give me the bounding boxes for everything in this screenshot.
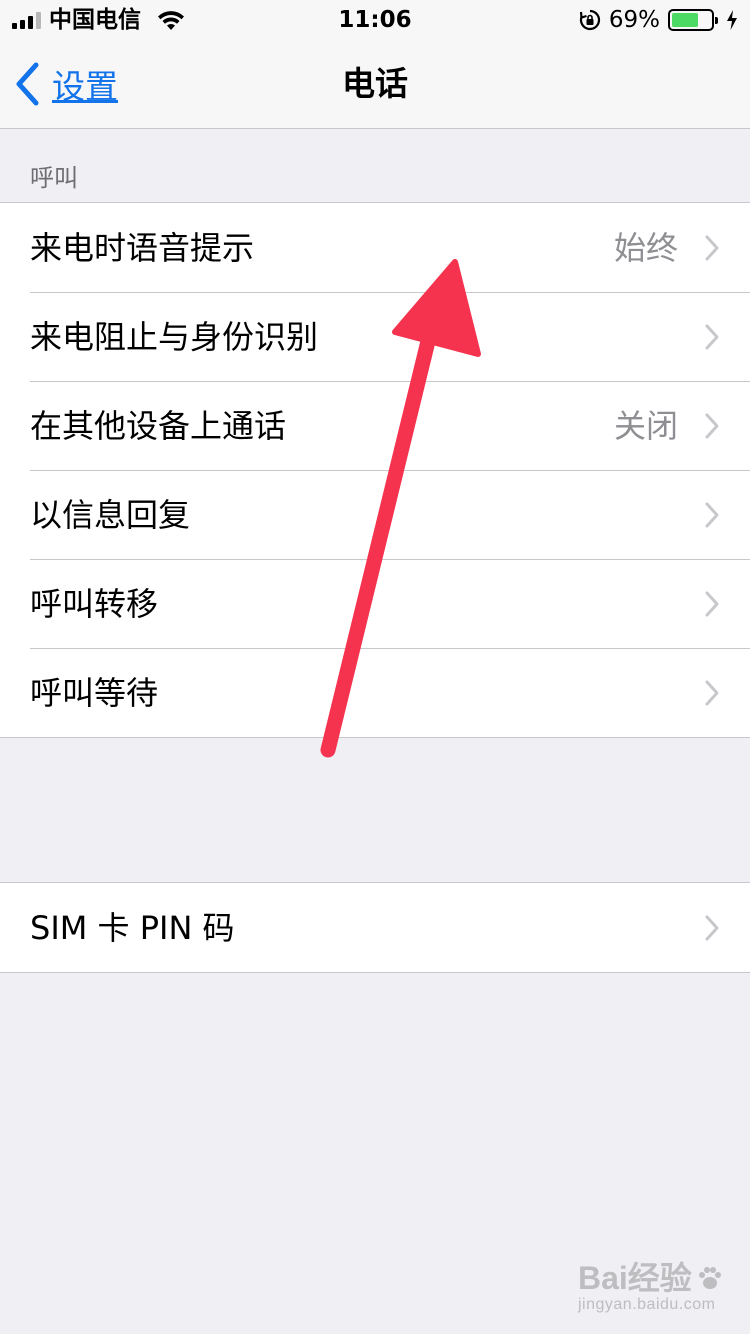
chevron-right-icon xyxy=(705,235,719,260)
row-label: 以信息回复 xyxy=(30,495,191,534)
row-call-blocking[interactable]: 来电阻止与身份识别 xyxy=(0,292,750,381)
watermark-url: jingyan.baidu.com xyxy=(578,1296,716,1313)
rotation-lock-icon xyxy=(579,9,600,31)
battery-percent: 69% xyxy=(608,7,660,33)
navigation-bar: 设置 电话 xyxy=(0,40,750,129)
section-header-calls: 呼叫 xyxy=(30,164,78,192)
row-label: SIM 卡 PIN 码 xyxy=(30,908,235,947)
chevron-right-icon xyxy=(705,680,719,705)
row-call-waiting[interactable]: 呼叫等待 xyxy=(0,648,750,737)
row-sim-pin[interactable]: SIM 卡 PIN 码 xyxy=(0,883,750,972)
row-calls-on-other-devices[interactable]: 在其他设备上通话 关闭 xyxy=(0,381,750,470)
baidu-jingyan-watermark: Bai经验 jingyan.baidu.com xyxy=(578,1260,724,1314)
chevron-right-icon xyxy=(705,915,719,940)
row-label: 来电时语音提示 xyxy=(30,228,255,267)
charging-icon xyxy=(727,10,737,30)
status-bar: 中国电信 11:06 69% xyxy=(0,0,750,40)
battery-level-fill xyxy=(672,13,699,27)
watermark-logo: Bai经验 xyxy=(578,1260,724,1296)
calls-settings-group: 来电时语音提示 始终 来电阻止与身份识别 在其他设备上通话 关闭 以信息回复 呼… xyxy=(0,202,750,738)
paw-icon xyxy=(698,1267,721,1289)
row-value: 关闭 xyxy=(613,406,678,445)
row-label: 呼叫等待 xyxy=(30,673,159,712)
chevron-right-icon xyxy=(705,413,719,438)
row-announce-calls[interactable]: 来电时语音提示 始终 xyxy=(0,203,750,292)
chevron-right-icon xyxy=(705,591,719,616)
row-value: 始终 xyxy=(613,228,678,267)
row-label: 呼叫转移 xyxy=(30,584,159,623)
sim-settings-group: SIM 卡 PIN 码 xyxy=(0,882,750,973)
status-right: 69% xyxy=(579,6,738,34)
battery-icon xyxy=(668,9,718,31)
row-label: 来电阻止与身份识别 xyxy=(30,317,319,356)
page-title: 电话 xyxy=(342,64,408,103)
watermark-brand: Bai经验 xyxy=(578,1260,692,1296)
row-call-forwarding[interactable]: 呼叫转移 xyxy=(0,559,750,648)
row-respond-with-text[interactable]: 以信息回复 xyxy=(0,470,750,559)
chevron-right-icon xyxy=(705,324,719,349)
chevron-right-icon xyxy=(705,502,719,527)
row-label: 在其他设备上通话 xyxy=(30,406,287,445)
